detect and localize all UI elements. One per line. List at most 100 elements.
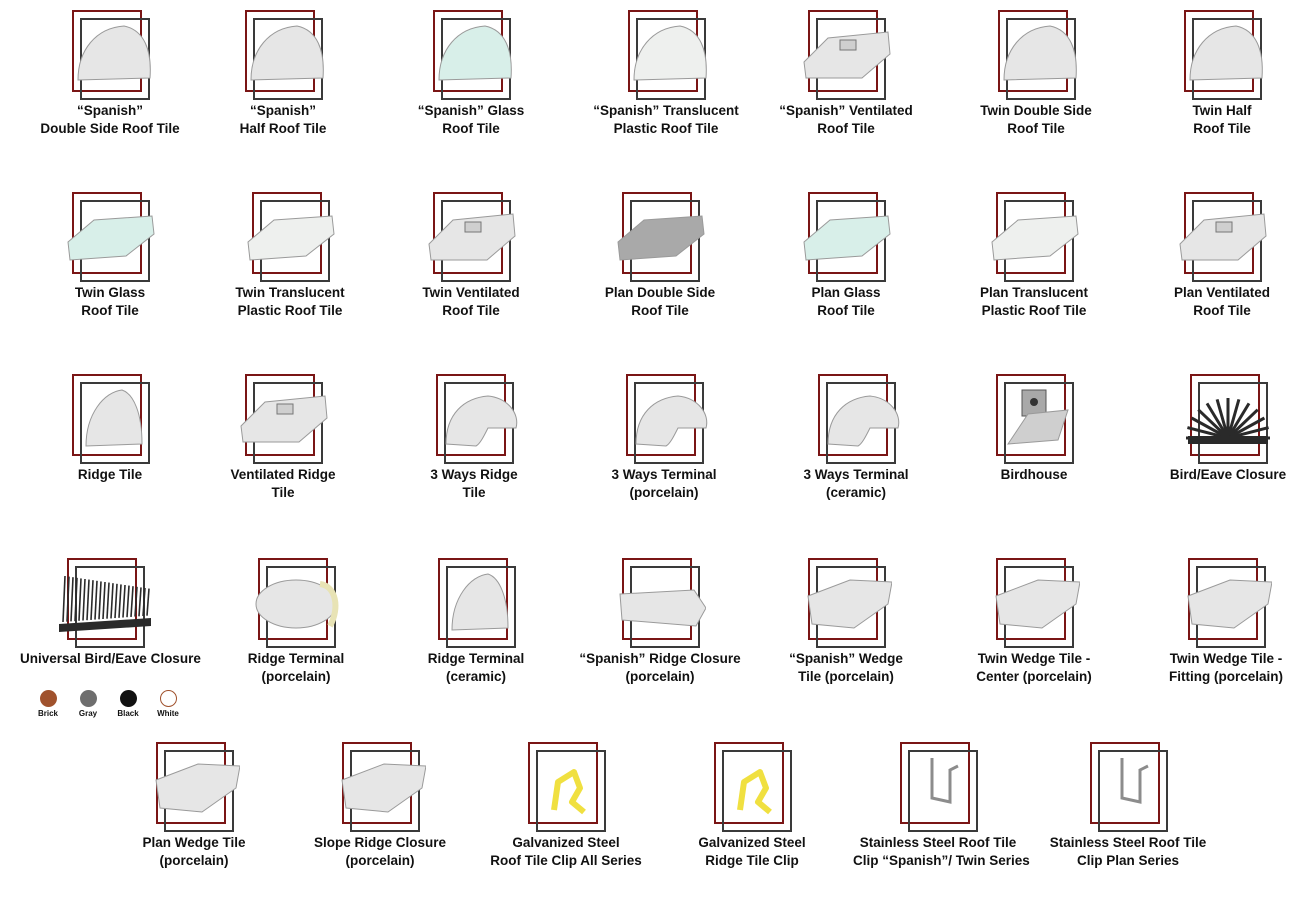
- product-card: Ridge Terminal (porcelain): [211, 558, 381, 686]
- product-label: Twin Glass Roof Tile: [25, 284, 195, 320]
- comb-closure-icon: [59, 575, 151, 632]
- product-label-line1: Plan Wedge Tile: [142, 835, 246, 850]
- product-card: 3 Ways Ridge Tile: [389, 374, 559, 502]
- product-thumbnail: [45, 558, 165, 648]
- product-label-line2: Half Roof Tile: [239, 121, 327, 136]
- product-label-line2: Tile: [462, 485, 486, 500]
- product-label-line1: “Spanish” Translucent: [593, 103, 739, 118]
- product-label-line1: Plan Ventilated: [1173, 285, 1271, 300]
- product-label-line1: Ridge Terminal: [247, 651, 345, 666]
- swatch-label: Gray: [78, 709, 98, 718]
- product-label-line2: Fitting (porcelain): [1169, 669, 1283, 684]
- product-card: “Spanish” Ridge Closure (porcelain): [575, 558, 745, 686]
- product-label-line1: Twin Glass: [74, 285, 146, 300]
- three-way-icon: [827, 395, 900, 447]
- product-thumbnail: [414, 374, 534, 464]
- product-label-line2: Roof Tile: [442, 121, 500, 136]
- product-label-line2: Roof Tile: [442, 303, 500, 318]
- product-label-line1: Universal Bird/Eave Closure: [20, 651, 201, 666]
- product-label: Plan Glass Roof Tile: [761, 284, 931, 320]
- product-label-line1: Stainless Steel Roof Tile: [1049, 835, 1207, 850]
- flat-tile-icon: [803, 215, 891, 261]
- product-card: Bird/Eave Closure: [1143, 374, 1298, 484]
- wedge-icon: [155, 763, 240, 813]
- product-label: Plan Ventilated Roof Tile: [1137, 284, 1298, 320]
- product-label: “Spanish” Wedge Tile (porcelain): [761, 650, 931, 686]
- tile-shape-icon: [633, 25, 707, 81]
- product-label-line1: Galvanized Steel: [512, 835, 620, 850]
- product-label: Twin Ventilated Roof Tile: [386, 284, 556, 320]
- product-label-line1: “Spanish” Glass: [417, 103, 525, 118]
- product-label: 3 Ways Ridge Tile: [389, 466, 559, 502]
- product-label-line2: Roof Tile: [81, 303, 139, 318]
- product-label-line1: Ridge Terminal: [427, 651, 525, 666]
- product-card: Plan Wedge Tile (porcelain): [109, 742, 279, 870]
- swatch-label: Black: [117, 709, 139, 718]
- product-label-line1: Slope Ridge Closure: [313, 835, 447, 850]
- product-thumbnail: [606, 10, 726, 100]
- product-label: Galvanized Steel Roof Tile Clip All Serie…: [481, 834, 651, 870]
- product-label-line2: (porcelain): [261, 669, 331, 684]
- flat-tile-icon: [67, 215, 155, 261]
- swatch-dot: [159, 690, 177, 707]
- product-label-line1: Plan Double Side: [604, 285, 716, 300]
- product-label: “Spanish” Glass Roof Tile: [386, 102, 556, 138]
- product-thumbnail: [786, 192, 906, 282]
- ventilated-tile-icon: [803, 31, 891, 79]
- swatch-dot: [119, 690, 137, 707]
- product-label-line2: Roof Tile Clip All Series: [490, 853, 642, 868]
- product-label: Galvanized Steel Ridge Tile Clip: [667, 834, 837, 870]
- product-label-line2: Tile (porcelain): [798, 669, 894, 684]
- product-card: Galvanized Steel Ridge Tile Clip: [667, 742, 837, 870]
- product-label-line2: (porcelain): [345, 853, 415, 868]
- product-label-line1: “Spanish” Ventilated: [779, 103, 913, 118]
- product-card: 3 Ways Terminal (ceramic): [771, 374, 941, 502]
- product-label: Twin Translucent Plastic Roof Tile: [205, 284, 375, 320]
- product-thumbnail: [974, 374, 1094, 464]
- product-thumbnail: [506, 742, 626, 832]
- product-label: 3 Ways Terminal (porcelain): [579, 466, 749, 502]
- product-label-line1: 3 Ways Ridge: [430, 467, 518, 482]
- product-card: Twin Wedge Tile - Center (porcelain): [949, 558, 1119, 686]
- product-thumbnail: [223, 10, 343, 100]
- product-thumbnail: [786, 10, 906, 100]
- product-label-line2: Plastic Roof Tile: [613, 121, 719, 136]
- product-label: Twin Double Side Roof Tile: [951, 102, 1121, 138]
- wedge-icon: [995, 579, 1080, 629]
- product-label-line2: Double Side Roof Tile: [40, 121, 180, 136]
- wedge-icon: [807, 579, 892, 629]
- product-label-line2: (porcelain): [159, 853, 229, 868]
- product-label-line1: Plan Translucent: [979, 285, 1089, 300]
- product-thumbnail: [974, 558, 1094, 648]
- product-label-line1: 3 Ways Terminal: [803, 467, 909, 482]
- product-thumbnail: [600, 558, 720, 648]
- product-thumbnail: [1068, 742, 1188, 832]
- product-card: “Spanish” Ventilated Roof Tile: [761, 10, 931, 138]
- product-thumbnail: [134, 742, 254, 832]
- product-card: Birdhouse: [949, 374, 1119, 484]
- clip-icon: [737, 769, 772, 815]
- product-label: Universal Bird/Eave Closure: [20, 650, 201, 668]
- product-label: Stainless Steel Roof Tile Clip “Spanish”/…: [853, 834, 1030, 870]
- product-label-line2: Roof Tile: [817, 121, 875, 136]
- product-label-line1: 3 Ways Terminal: [611, 467, 717, 482]
- product-label-line2: Roof Tile: [1193, 121, 1251, 136]
- product-label-line1: Twin Double Side: [980, 103, 1092, 118]
- product-thumbnail: [1168, 374, 1288, 464]
- swatch-label: Brick: [37, 709, 58, 718]
- tile-shape-icon: [1003, 25, 1077, 81]
- product-label-line2: (ceramic): [825, 485, 887, 500]
- product-thumbnail: [604, 374, 724, 464]
- product-label-line1: Galvanized Steel: [698, 835, 806, 850]
- swatch-gray: Gray: [68, 690, 108, 718]
- product-label-line1: Twin Ventilated: [422, 285, 520, 300]
- product-label-line2: Roof Tile: [631, 303, 689, 318]
- product-label-line1: “Spanish”: [76, 103, 143, 118]
- product-card: Ridge Terminal (ceramic): [391, 558, 561, 686]
- flat-tile-icon: [991, 215, 1079, 261]
- product-label-line1: Twin Half: [1192, 103, 1252, 118]
- product-thumbnail: [1166, 558, 1286, 648]
- product-card: Twin Glass Roof Tile: [25, 192, 195, 320]
- ridge-tile-icon: [451, 573, 509, 631]
- product-label-line1: Birdhouse: [1000, 467, 1068, 482]
